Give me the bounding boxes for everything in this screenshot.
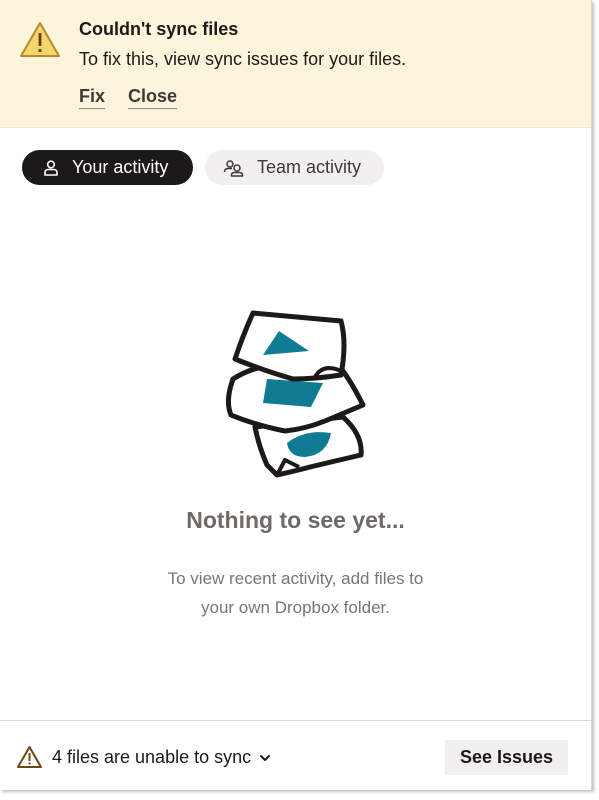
- description-line: your own Dropbox folder.: [201, 598, 390, 617]
- empty-state-description: To view recent activity, add files to yo…: [0, 564, 591, 622]
- sync-status-footer: 4 files are unable to sync See Issues: [0, 720, 591, 790]
- sync-error-banner: Couldn't sync files To fix this, view sy…: [0, 0, 591, 128]
- stacked-files-illustration: [225, 310, 366, 478]
- see-issues-button[interactable]: See Issues: [445, 740, 568, 775]
- banner-message: To fix this, view sync issues for your f…: [79, 49, 407, 69]
- tab-team-activity[interactable]: Team activity: [205, 150, 384, 185]
- tab-your-activity[interactable]: Your activity: [22, 150, 193, 185]
- description-line: To view recent activity, add files to: [167, 569, 424, 588]
- empty-state-title: Nothing to see yet...: [186, 507, 405, 533]
- banner-title: Couldn't sync files: [79, 19, 239, 39]
- people-icon: [223, 159, 244, 177]
- warning-triangle-icon: [17, 746, 42, 768]
- fix-link[interactable]: Fix: [79, 86, 106, 109]
- sync-status-text: 4 files are unable to sync: [52, 747, 252, 767]
- close-link[interactable]: Close: [128, 86, 178, 109]
- tab-label: Your activity: [72, 157, 169, 177]
- activity-window: Couldn't sync files To fix this, view sy…: [0, 0, 592, 790]
- person-icon: [44, 159, 58, 176]
- chevron-down-icon: [260, 754, 271, 761]
- tab-label: Team activity: [257, 157, 362, 177]
- warning-triangle-icon: [20, 22, 60, 57]
- sync-status-dropdown[interactable]: 4 files are unable to sync: [52, 747, 271, 768]
